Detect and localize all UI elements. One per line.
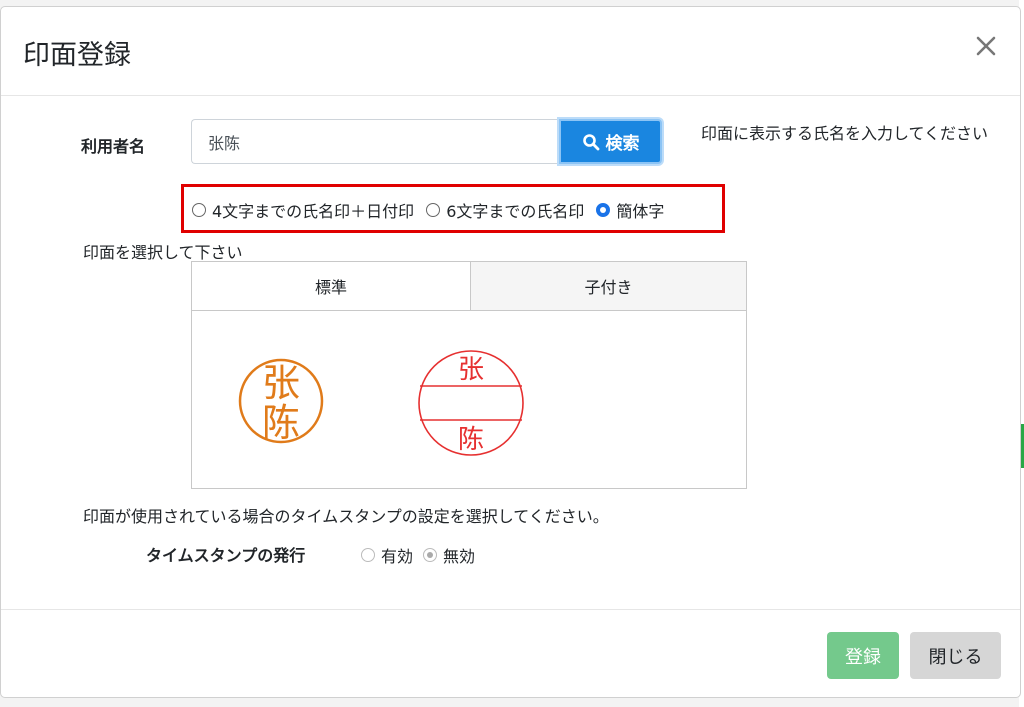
search-button[interactable]: 検索 (559, 119, 662, 164)
stamp-char: 陈 (458, 425, 484, 455)
modal-title: 印面登録 (23, 40, 131, 71)
user-name-label: 利用者名 (81, 137, 146, 156)
radio-option-enabled[interactable]: 有効 (361, 543, 413, 567)
close-icon (976, 36, 996, 56)
radio-button-checked[interactable] (423, 548, 438, 562)
radio-label: 有効 (381, 547, 414, 566)
radio-label: 無効 (443, 547, 476, 566)
timestamp-label: タイムスタンプの発行 (146, 546, 306, 565)
close-dialog-button[interactable]: 閉じる (910, 632, 1001, 679)
stamp-style-options: 4文字までの氏名印＋日付印 6文字までの氏名印 簡体字 (181, 184, 725, 233)
stamp-char: 张 (262, 361, 300, 405)
radio-button[interactable] (192, 203, 206, 217)
radio-label: 6文字までの氏名印 (446, 202, 585, 221)
radio-option-6char[interactable]: 6文字までの氏名印 (426, 198, 584, 222)
radio-button-checked[interactable] (596, 203, 611, 217)
timestamp-description: 印面が使用されている場合のタイムスタンプの設定を選択してください。 (83, 507, 609, 526)
stamp-register-modal: 印面登録 利用者名 検索 印面に表示する氏名を入力してください 4文字までの氏名… (0, 6, 1021, 698)
modal-footer-divider (1, 609, 1020, 610)
stamp-char: 张 (458, 355, 484, 385)
timestamp-radio-group: 有効 無効 (361, 543, 485, 567)
radio-button[interactable] (361, 548, 375, 562)
radio-option-disabled[interactable]: 無効 (423, 543, 475, 567)
stamp-tabs-panel: 標準 子付き 张 陈 张 陈 (191, 261, 747, 489)
name-stamp-orange[interactable]: 张 陈 (236, 356, 326, 446)
radio-option-simplified[interactable]: 簡体字 (596, 198, 664, 222)
search-button-label: 検索 (605, 134, 640, 154)
name-hint: 印面に表示する氏名を入力してください (701, 124, 989, 143)
modal-header: 印面登録 (1, 7, 1020, 96)
search-icon (582, 133, 599, 150)
user-name-input[interactable] (191, 119, 561, 164)
radio-option-4char-date[interactable]: 4文字までの氏名印＋日付印 (192, 198, 414, 222)
radio-label: 4文字までの氏名印＋日付印 (212, 202, 415, 221)
register-button[interactable]: 登録 (827, 632, 899, 679)
tab-with-child[interactable]: 子付き (470, 262, 746, 311)
date-stamp-red[interactable]: 张 陈 (416, 348, 526, 458)
stamp-char: 陈 (262, 401, 300, 445)
select-stamp-label: 印面を選択して下さい (83, 243, 243, 262)
stamp-style-radio-group: 4文字までの氏名印＋日付印 6文字までの氏名印 簡体字 (192, 198, 676, 222)
tab-standard[interactable]: 標準 (192, 262, 470, 311)
radio-button[interactable] (426, 203, 441, 217)
radio-label: 簡体字 (616, 202, 665, 221)
close-button[interactable] (969, 29, 1003, 63)
